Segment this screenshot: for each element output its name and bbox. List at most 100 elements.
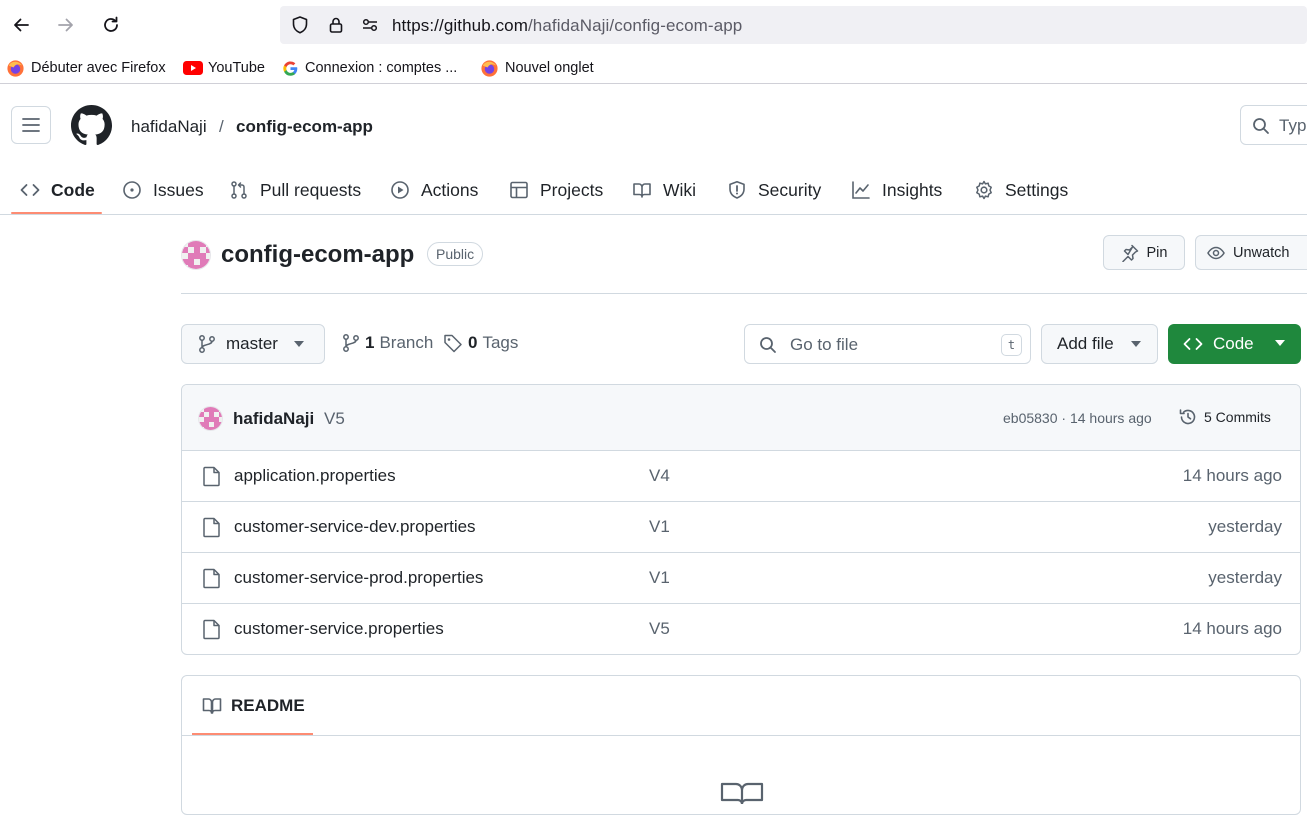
avatar[interactable]: [198, 406, 223, 431]
pin-button[interactable]: Pin: [1103, 235, 1185, 270]
file-commit-date: 14 hours ago: [1182, 466, 1282, 485]
file-name[interactable]: customer-service.properties: [234, 619, 444, 639]
file-name[interactable]: customer-service-prod.properties: [234, 568, 483, 588]
tab-insights[interactable]: Insights: [851, 165, 942, 215]
repo-nav: Code Issues Pull requests Actions Projec…: [0, 165, 1307, 215]
tab-pull-requests[interactable]: Pull requests: [229, 165, 361, 215]
breadcrumb-repo[interactable]: config-ecom-app: [236, 117, 373, 137]
issue-icon: [123, 181, 141, 199]
branch-icon: [343, 334, 359, 352]
tag-label: Tags: [482, 333, 519, 352]
tab-label: Code: [51, 179, 95, 200]
repo-title[interactable]: config-ecom-app: [221, 241, 414, 269]
avatar[interactable]: [181, 240, 211, 270]
github-logo[interactable]: [71, 105, 112, 146]
code-label: Code: [1213, 334, 1254, 353]
code-icon: [1183, 338, 1203, 350]
readme-panel: README: [181, 675, 1301, 815]
code-icon: [20, 184, 40, 196]
file-commit-message[interactable]: V1: [649, 517, 670, 537]
branch-icon: [199, 335, 215, 353]
branches-link[interactable]: 1 Branch: [342, 333, 433, 353]
file-commit-message[interactable]: V1: [649, 568, 670, 588]
pin-label: Pin: [1146, 244, 1168, 261]
tab-settings[interactable]: Settings: [974, 165, 1068, 215]
bookmark-google[interactable]: Connexion : comptes ...: [282, 58, 457, 78]
commits-link[interactable]: 5 Commits: [1178, 407, 1271, 427]
bookmarks-bar: Débuter avec Firefox YouTube Connexion :…: [0, 52, 1307, 84]
search-icon: [1253, 118, 1269, 134]
file-commit-message[interactable]: V4: [649, 466, 670, 486]
lock-icon[interactable]: [326, 15, 346, 35]
tab-issues[interactable]: Issues: [122, 165, 204, 215]
eye-icon: [1207, 246, 1225, 259]
search-input[interactable]: Type: [1240, 105, 1307, 145]
add-file-button[interactable]: Add file: [1041, 324, 1158, 364]
tab-label: Pull requests: [260, 179, 362, 200]
permissions-icon[interactable]: [360, 15, 380, 35]
arrow-right-icon: [58, 18, 73, 32]
breadcrumb-owner[interactable]: hafidaNaji: [131, 117, 207, 137]
menu-button[interactable]: [11, 106, 51, 144]
shield-icon[interactable]: [290, 15, 310, 35]
tab-projects[interactable]: Projects: [509, 165, 603, 215]
file-icon: [203, 568, 220, 589]
book-icon: [633, 183, 651, 198]
tag-icon: [444, 334, 462, 353]
gear-icon: [976, 180, 992, 200]
tab-readme[interactable]: README: [202, 696, 305, 716]
table-row: customer-service-dev.properties V1 yeste…: [182, 502, 1300, 553]
branch-selector[interactable]: master: [181, 324, 325, 364]
browser-toolbar: https://github.com/hafidaNaji/config-eco…: [0, 0, 1307, 50]
readme-header: README: [182, 676, 1300, 736]
commit-hash-time[interactable]: eb05830 · 14 hours ago: [1003, 410, 1152, 426]
book-icon: [720, 782, 764, 804]
file-commit-message[interactable]: V5: [649, 619, 670, 639]
unwatch-button[interactable]: Unwatch: [1195, 235, 1307, 270]
chevron-down-icon: [294, 341, 304, 347]
tags-link[interactable]: 0 Tags: [443, 333, 518, 353]
tab-label: Issues: [153, 179, 204, 200]
commit-author[interactable]: hafidaNaji: [233, 409, 314, 429]
tab-security[interactable]: Security: [727, 165, 821, 215]
pull-request-icon: [231, 181, 247, 199]
file-table: hafidaNaji V5 eb05830 · 14 hours ago 5 C…: [181, 384, 1301, 655]
address-bar[interactable]: https://github.com/hafidaNaji/config-eco…: [280, 6, 1307, 44]
add-file-label: Add file: [1057, 334, 1114, 353]
back-button[interactable]: [9, 13, 33, 37]
file-icon: [203, 466, 220, 487]
github-header: hafidaNaji / config-ecom-app Type Code I…: [0, 85, 1307, 215]
unwatch-label: Unwatch: [1233, 244, 1290, 261]
tab-actions[interactable]: Actions: [390, 165, 478, 215]
bookmark-youtube[interactable]: YouTube: [183, 58, 265, 78]
active-tab-indicator: [11, 212, 102, 214]
tag-count: 0: [468, 333, 478, 352]
divider: [181, 293, 1307, 294]
bookmark-firefox[interactable]: Débuter avec Firefox: [6, 58, 166, 78]
go-to-file-input[interactable]: Go to file t: [744, 324, 1031, 364]
go-to-file-placeholder: Go to file: [790, 335, 859, 354]
branch-name: master: [226, 334, 278, 353]
commit-message[interactable]: V5: [324, 409, 345, 429]
tab-label: Projects: [540, 179, 604, 200]
file-name[interactable]: application.properties: [234, 466, 396, 486]
hamburger-icon: [22, 118, 40, 132]
pin-icon: [1121, 244, 1138, 262]
breadcrumb-separator: /: [219, 117, 224, 136]
forward-button[interactable]: [54, 13, 78, 37]
code-button[interactable]: Code: [1168, 324, 1301, 364]
file-icon: [203, 517, 220, 538]
bookmark-label: Nouvel onglet: [505, 60, 594, 76]
tab-wiki[interactable]: Wiki: [632, 165, 696, 215]
file-name[interactable]: customer-service-dev.properties: [234, 517, 476, 537]
bookmark-label: Connexion : comptes ...: [305, 60, 458, 76]
table-row: customer-service-prod.properties V1 yest…: [182, 553, 1300, 604]
shield-icon: [729, 181, 745, 199]
bookmark-new-tab[interactable]: Nouvel onglet: [480, 58, 594, 78]
google-icon: [283, 60, 298, 76]
tab-code[interactable]: Code: [20, 165, 95, 215]
url-text[interactable]: https://github.com/hafidaNaji/config-eco…: [392, 16, 742, 36]
file-commit-date: 14 hours ago: [1182, 619, 1282, 638]
reload-button[interactable]: [99, 13, 123, 37]
graph-icon: [852, 181, 870, 199]
